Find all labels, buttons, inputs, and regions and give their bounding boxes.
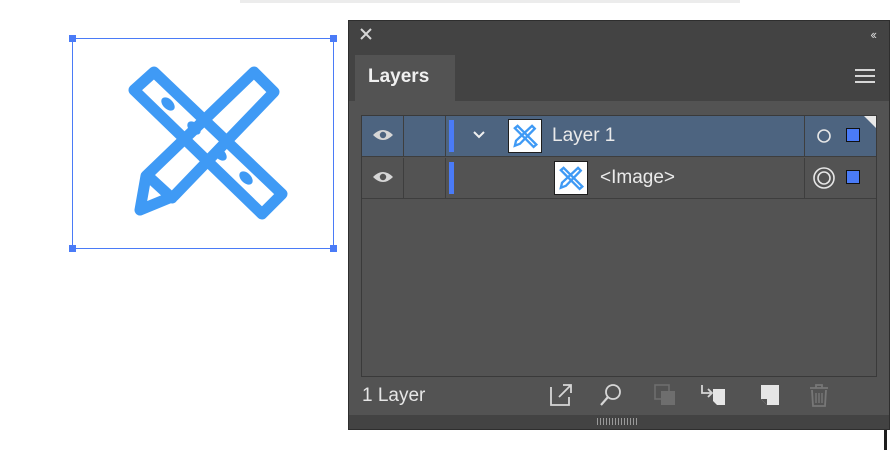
selection-handle-top-left[interactable] (69, 35, 76, 42)
trash-icon[interactable] (805, 381, 833, 409)
column-divider (445, 158, 446, 198)
selection-handle-bottom-right[interactable] (330, 245, 337, 252)
row-separator (362, 198, 876, 199)
pencil-ruler-icon (559, 166, 585, 191)
panel-footer: 1 Layer (349, 377, 889, 415)
search-icon[interactable] (597, 381, 625, 409)
layer-name[interactable]: <Image> (600, 167, 675, 189)
layers-list: Layer 1 <Image> (361, 115, 877, 377)
collapse-panel-button[interactable]: ‹‹ (870, 27, 877, 42)
column-divider (403, 158, 404, 198)
panel-resize-strip[interactable] (349, 415, 889, 429)
layer-count: 1 Layer (362, 385, 426, 406)
layer-color-indicator (449, 120, 454, 152)
chevron-down-icon[interactable] (472, 130, 486, 140)
column-divider (804, 116, 805, 156)
row-separator (362, 156, 876, 157)
selection-handle-bottom-left[interactable] (69, 245, 76, 252)
selection-square[interactable] (846, 170, 860, 184)
panel-titlebar[interactable]: ‹‹ (349, 21, 889, 49)
panel-tabbar: Layers (349, 49, 889, 101)
resize-grip-icon[interactable] (597, 418, 637, 425)
target-double-circle-icon[interactable] (812, 166, 836, 190)
layers-panel: ‹‹ Layers Layer 1 <Image> 1 Layer (348, 20, 890, 430)
eye-icon[interactable] (372, 128, 394, 142)
pencil-ruler-icon (513, 124, 539, 149)
target-circle-icon[interactable] (816, 128, 832, 144)
pencil-ruler-icon (128, 66, 288, 220)
column-divider (804, 158, 805, 198)
eye-icon[interactable] (372, 170, 394, 184)
column-divider (445, 116, 446, 156)
layer-thumbnail (554, 161, 588, 195)
tab-layers[interactable]: Layers (355, 55, 455, 101)
selection-handle-top-right[interactable] (330, 35, 337, 42)
close-icon[interactable] (359, 27, 373, 41)
layer-row-layer-1[interactable]: Layer 1 (362, 116, 876, 156)
layer-name[interactable]: Layer 1 (552, 125, 615, 147)
selected-artwork[interactable] (69, 35, 337, 252)
layer-color-indicator (449, 162, 454, 194)
panel-menu-icon[interactable] (855, 69, 875, 83)
selection-square[interactable] (846, 128, 860, 142)
layer-row-image[interactable]: <Image> (362, 158, 876, 198)
new-layer-icon[interactable] (755, 381, 783, 409)
selected-corner-icon (864, 116, 876, 128)
export-icon[interactable] (547, 381, 575, 409)
canvas-top-edge (240, 0, 740, 3)
move-selection-icon[interactable] (699, 381, 727, 409)
clipping-mask-icon[interactable] (651, 381, 679, 409)
layer-thumbnail (508, 119, 542, 153)
column-divider (403, 116, 404, 156)
